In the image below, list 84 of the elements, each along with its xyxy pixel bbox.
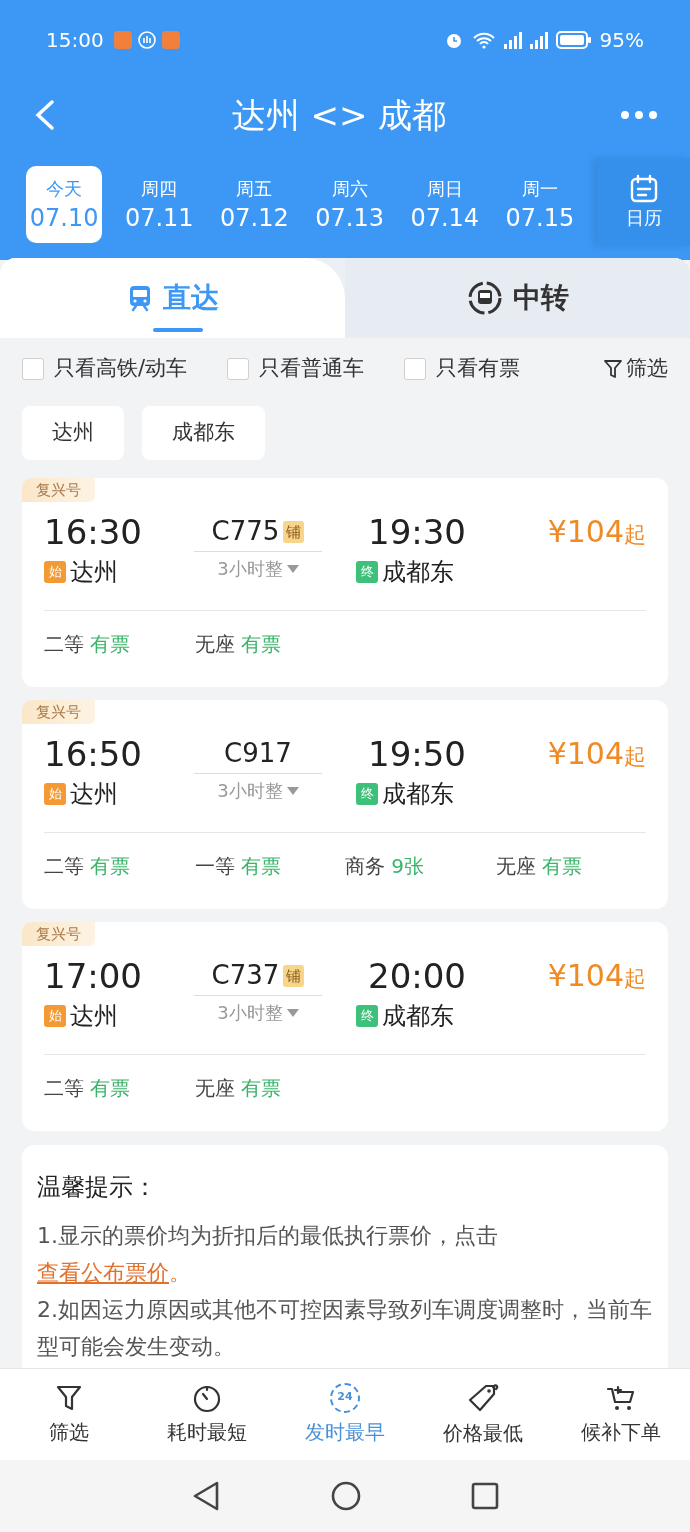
duration: 3小时整 — [217, 1001, 283, 1025]
train-number: C775 — [211, 515, 280, 548]
station-chip[interactable]: 达州 — [22, 406, 124, 460]
caret-icon[interactable] — [286, 565, 299, 573]
battery-level: 95% — [599, 27, 644, 54]
more-icon[interactable] — [620, 110, 658, 120]
seat-availability: 无座 有票 — [194, 1075, 282, 1102]
origin-station: 达州 — [70, 1001, 118, 1032]
train-brand-badge: 复兴号 — [22, 922, 95, 946]
terminal-badge: 终 — [356, 783, 378, 805]
notice-text: 2.如因运力原因或其他不可控因素导致列车调度调整时，当前车型可能会发生变动。 — [37, 1296, 653, 1361]
seat-availability: 商务 9张 — [345, 853, 426, 880]
status-time: 15:00 — [46, 27, 104, 54]
origin-station: 达州 — [70, 557, 118, 588]
transfer-train-icon — [466, 280, 503, 316]
price-suffix: 起 — [624, 743, 646, 771]
checkbox[interactable] — [404, 358, 427, 380]
bottom-nav-item[interactable]: 价格最低 — [414, 1381, 552, 1448]
terminal-station: 成都东 — [382, 557, 454, 588]
seat-availability: 一等 有票 — [194, 853, 282, 880]
price-suffix: 起 — [624, 965, 646, 993]
filter-label: 只看普通车 — [259, 355, 365, 383]
train-number: C737 — [211, 959, 280, 992]
route-tab[interactable]: 中转 — [345, 258, 690, 338]
checkbox[interactable] — [227, 358, 250, 380]
clock-icon: 24 — [330, 1382, 360, 1413]
seat-availability: 二等 有票 — [44, 853, 132, 880]
origin-badge: 始 — [44, 561, 66, 583]
departure-time: 16:50 — [44, 734, 143, 774]
notice-title: 温馨提示： — [37, 1172, 158, 1203]
app-icon — [113, 31, 132, 49]
origin-badge: 始 — [44, 783, 66, 805]
app-icon — [161, 31, 180, 49]
filter-label: 只看高铁/动车 — [54, 355, 188, 383]
price: ¥104 — [547, 957, 624, 995]
train-card[interactable]: 复兴号 17:00 始 达州 C737 铺 3小时整 20:00 终 成都东 ¥104起 二等 有票 无座 有票 — [22, 922, 668, 1131]
arrival-time: 20:00 — [368, 956, 467, 996]
back-nav-icon[interactable] — [191, 1480, 221, 1512]
seat-availability: 二等 有票 — [44, 1075, 132, 1102]
train-brand-badge: 复兴号 — [22, 700, 95, 724]
filter-icon — [604, 359, 622, 379]
wifi-icon — [471, 30, 496, 50]
price-suffix: 起 — [624, 521, 646, 549]
terminal-station: 成都东 — [382, 1001, 454, 1032]
train-card[interactable]: 复兴号 16:30 始 达州 C775 铺 3小时整 19:30 终 成都东 ¥104起 二等 有票 无座 有票 — [22, 478, 668, 687]
bottom-nav-item[interactable]: 筛选 — [0, 1382, 138, 1447]
origin-station: 达州 — [70, 779, 118, 810]
terminal-badge: 终 — [356, 561, 378, 583]
seat-availability: 无座 有票 — [495, 853, 583, 880]
duration: 3小时整 — [217, 557, 283, 581]
bottom-nav-item[interactable]: 候补下单 — [552, 1382, 690, 1447]
terminal-badge: 终 — [356, 1005, 378, 1027]
tag-icon — [466, 1381, 500, 1414]
recent-apps-icon[interactable] — [471, 1482, 499, 1510]
calendar-icon — [628, 173, 659, 204]
route-title: 达州 <> 成都 — [230, 93, 448, 137]
battery-icon — [555, 31, 592, 49]
train-number: C917 — [224, 737, 292, 770]
caret-icon[interactable] — [286, 787, 299, 795]
arrival-time: 19:30 — [368, 512, 467, 552]
departure-time: 16:30 — [44, 512, 143, 552]
sleeper-tag: 铺 — [283, 520, 305, 543]
checkbox[interactable] — [22, 358, 44, 380]
duration: 3小时整 — [217, 779, 283, 803]
signal-icon — [529, 31, 548, 49]
filter-button[interactable]: 筛选 — [604, 353, 668, 385]
notice-text: 1.显示的票价均为折扣后的最低执行票价，点击 查看公布票价。 — [37, 1222, 499, 1287]
arrival-time: 19:50 — [368, 734, 467, 774]
origin-badge: 始 — [44, 1005, 66, 1027]
price: ¥104 — [547, 513, 624, 551]
filter-label: 只看有票 — [436, 355, 521, 383]
station-chip[interactable]: 成都东 — [142, 406, 265, 460]
seat-availability: 二等 有票 — [44, 631, 132, 658]
train-card[interactable]: 复兴号 16:50 始 达州 C917 3小时整 19:50 终 成都东 ¥104起 二等 有票 一等 有票 商务 9张 无座 有票 — [22, 700, 668, 909]
home-nav-icon[interactable] — [331, 1481, 361, 1511]
terminal-station: 成都东 — [382, 779, 454, 810]
bottom-nav-item[interactable]: 耗时最短 — [138, 1382, 276, 1447]
sleeper-tag: 铺 — [283, 964, 305, 987]
seat-availability: 无座 有票 — [194, 631, 282, 658]
train-brand-badge: 复兴号 — [22, 478, 95, 502]
departure-time: 17:00 — [44, 956, 143, 996]
signal-icon — [503, 31, 522, 49]
caret-icon[interactable] — [286, 1009, 299, 1017]
price: ¥104 — [547, 735, 624, 773]
